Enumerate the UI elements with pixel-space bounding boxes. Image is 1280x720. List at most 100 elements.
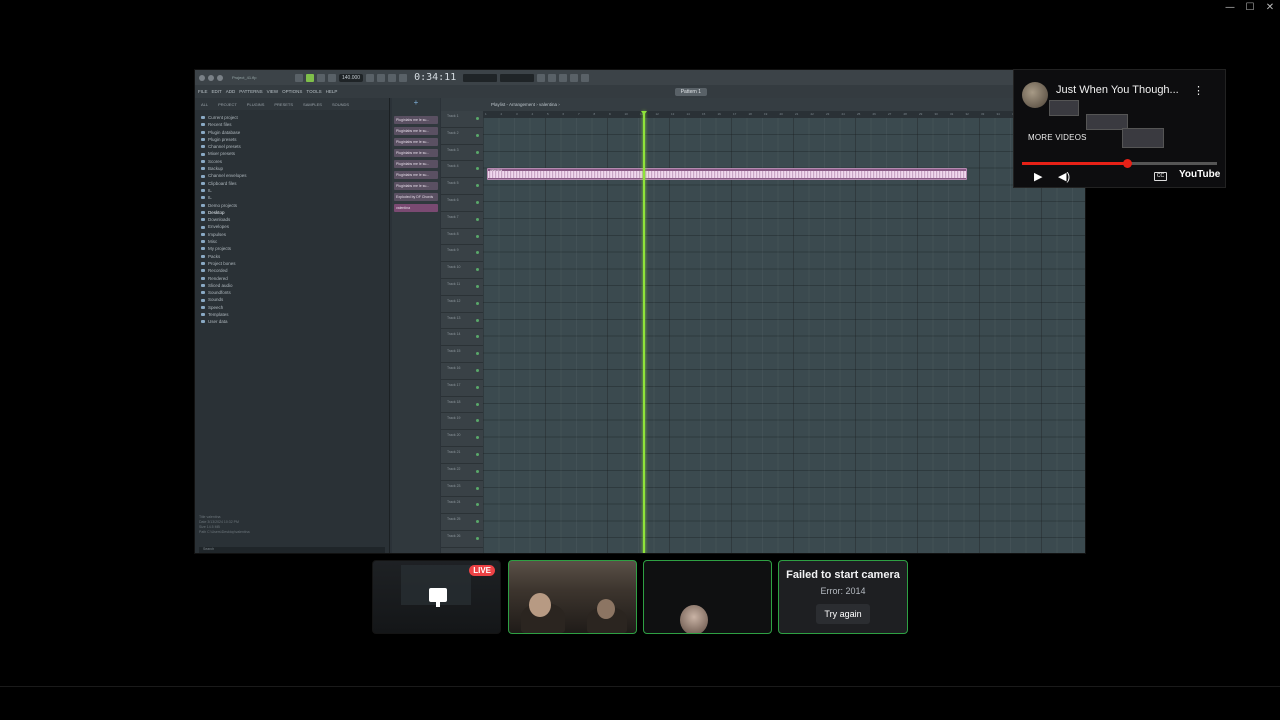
browser-item[interactable]: Rendered (201, 275, 383, 282)
stop-button[interactable] (317, 73, 325, 82)
volume-icon[interactable]: ◀) (1058, 170, 1070, 183)
track-header[interactable]: Track 3 (441, 145, 483, 162)
channel-button[interactable]: Pluginlabs me le su... (394, 116, 438, 124)
browser-item[interactable]: Project bones (201, 260, 383, 267)
browser-item[interactable]: Templates (201, 311, 383, 318)
browser-item[interactable]: Desktop (201, 209, 383, 216)
browser-item[interactable]: Current project (201, 114, 383, 121)
video-progress-bar[interactable] (1022, 159, 1217, 168)
youtube-logo[interactable]: YouTube (1179, 169, 1220, 180)
channel-button[interactable]: Pluginlabs me le su... (394, 138, 438, 146)
participant-video-tile[interactable] (643, 560, 772, 634)
browser-item[interactable]: Backup (201, 165, 383, 172)
more-videos-label[interactable]: MORE VIDEOS (1028, 133, 1087, 142)
browser-item[interactable]: Channel envelopes (201, 172, 383, 179)
track-header[interactable]: Track 5 (441, 178, 483, 195)
loop-icon[interactable] (377, 73, 386, 82)
track-header[interactable]: Track 16 (441, 363, 483, 380)
track-header[interactable]: Track 12 (441, 296, 483, 313)
browser-item[interactable]: Recent files (201, 121, 383, 128)
browser-tab-sounds[interactable]: SOUNDS (332, 102, 349, 107)
menu-item-edit[interactable]: EDIT (212, 89, 222, 94)
menu-item-view[interactable]: VIEW (267, 89, 279, 94)
video-thumbnail[interactable] (1122, 128, 1164, 148)
channel-button[interactable]: Pluginlabs me le su... (394, 149, 438, 157)
timeline-ruler[interactable]: 1234567891011121314151617181920212223242… (483, 111, 1085, 118)
channel-avatar[interactable] (1022, 82, 1048, 108)
menu-icon[interactable] (208, 74, 214, 81)
menu-item-file[interactable]: FILE (198, 89, 208, 94)
minimize-button[interactable]: — (1220, 0, 1240, 16)
browser-item[interactable]: Impulses (201, 231, 383, 238)
mixer-icon[interactable] (537, 73, 546, 82)
browser-item[interactable]: User data (201, 318, 383, 325)
maximize-button[interactable]: ☐ (1240, 0, 1260, 16)
browser-item[interactable]: Scores (201, 158, 383, 165)
record-button[interactable] (328, 73, 336, 82)
track-header[interactable]: Track 6 (441, 195, 483, 212)
track-header[interactable]: Track 25 (441, 514, 483, 531)
channel-button[interactable]: Pluginlabs me le su... (394, 127, 438, 135)
tempo-display[interactable]: 140.000 (339, 73, 364, 82)
track-header[interactable]: Track 20 (441, 430, 483, 447)
track-header[interactable]: Track 8 (441, 229, 483, 246)
track-header[interactable]: Track 1 (441, 111, 483, 128)
track-header[interactable]: Track 22 (441, 464, 483, 481)
snap-icon[interactable] (366, 73, 375, 82)
menu-item-tools[interactable]: TOOLS (306, 89, 321, 94)
track-header[interactable]: Track 10 (441, 262, 483, 279)
youtube-embed-overlay[interactable]: Just When You Though... ⋮ MORE VIDEOS ▶ … (1013, 69, 1226, 188)
browser-item[interactable]: IL (201, 194, 383, 201)
track-header[interactable]: Track 21 (441, 447, 483, 464)
track-header[interactable]: Track 2 (441, 128, 483, 145)
menu-item-options[interactable]: OPTIONS (282, 89, 302, 94)
channel-button[interactable]: Exploded by DF Chords (394, 193, 438, 201)
stream-tile[interactable]: LIVE (372, 560, 501, 634)
plugin-icon[interactable] (581, 73, 590, 82)
video-thumbnail[interactable] (1049, 100, 1079, 116)
track-header[interactable]: Track 26 (441, 531, 483, 548)
close-button[interactable]: ✕ (1260, 0, 1280, 16)
channel-button[interactable]: valentina (394, 204, 438, 212)
track-header[interactable]: Track 13 (441, 313, 483, 330)
browser-item[interactable]: Envelopes (201, 223, 383, 230)
browser-item[interactable]: Channel presets (201, 143, 383, 150)
add-channel-icon[interactable]: + (392, 98, 440, 116)
track-header[interactable]: Track 24 (441, 497, 483, 515)
browser-tab-samples[interactable]: SAMPLES (303, 102, 322, 107)
browser-tab-plugins[interactable]: PLUGINS (247, 102, 265, 107)
screen-share-stream[interactable]: Project_41.flp 140.000 0:34:11 FILE EDIT A… (194, 69, 1086, 554)
browser-item[interactable]: Clipboard files (201, 180, 383, 187)
track-header[interactable]: Track 9 (441, 245, 483, 263)
play-icon[interactable]: ▶ (1034, 170, 1042, 183)
browser-tab-all[interactable]: ALL (201, 102, 208, 107)
browser-item[interactable]: Mixer presets (201, 150, 383, 157)
browser-item[interactable]: Sounds (201, 296, 383, 303)
track-header[interactable]: Track 18 (441, 397, 483, 414)
countdown-icon[interactable] (388, 73, 397, 82)
browser-item[interactable]: Soundfonts (201, 289, 383, 296)
browser-item[interactable]: Misc (201, 238, 383, 245)
track-header[interactable]: Track 4 (441, 161, 483, 179)
menu-item-add[interactable]: ADD (226, 89, 236, 94)
channel-button[interactable]: Pluginlabs me le su... (394, 171, 438, 179)
channel-button[interactable]: Pluginlabs me le su... (394, 160, 438, 168)
browser-item[interactable]: Plugin presets (201, 136, 383, 143)
menu-item-patterns[interactable]: PATTERNS (239, 89, 262, 94)
playhead[interactable] (641, 111, 647, 553)
audio-clip[interactable]: valentina (487, 168, 967, 180)
try-again-button[interactable]: Try again (816, 604, 870, 624)
browser-item[interactable]: IL (201, 187, 383, 194)
participant-video-tile[interactable] (508, 560, 637, 634)
browser-item[interactable]: Demo projects (201, 202, 383, 209)
browser-item[interactable]: Downloads (201, 216, 383, 223)
track-header[interactable]: Track 11 (441, 279, 483, 296)
track-header[interactable]: Track 17 (441, 380, 483, 397)
progress-scrubber[interactable] (1123, 159, 1133, 168)
piano-roll-icon[interactable] (548, 73, 557, 82)
browser-item[interactable]: My projects (201, 245, 383, 252)
browser-item[interactable]: Packs (201, 253, 383, 260)
pattern-selector[interactable]: Pattern 1 (674, 87, 707, 96)
browser-item[interactable]: Sliced audio (201, 282, 383, 289)
track-header[interactable]: Track 19 (441, 413, 483, 431)
